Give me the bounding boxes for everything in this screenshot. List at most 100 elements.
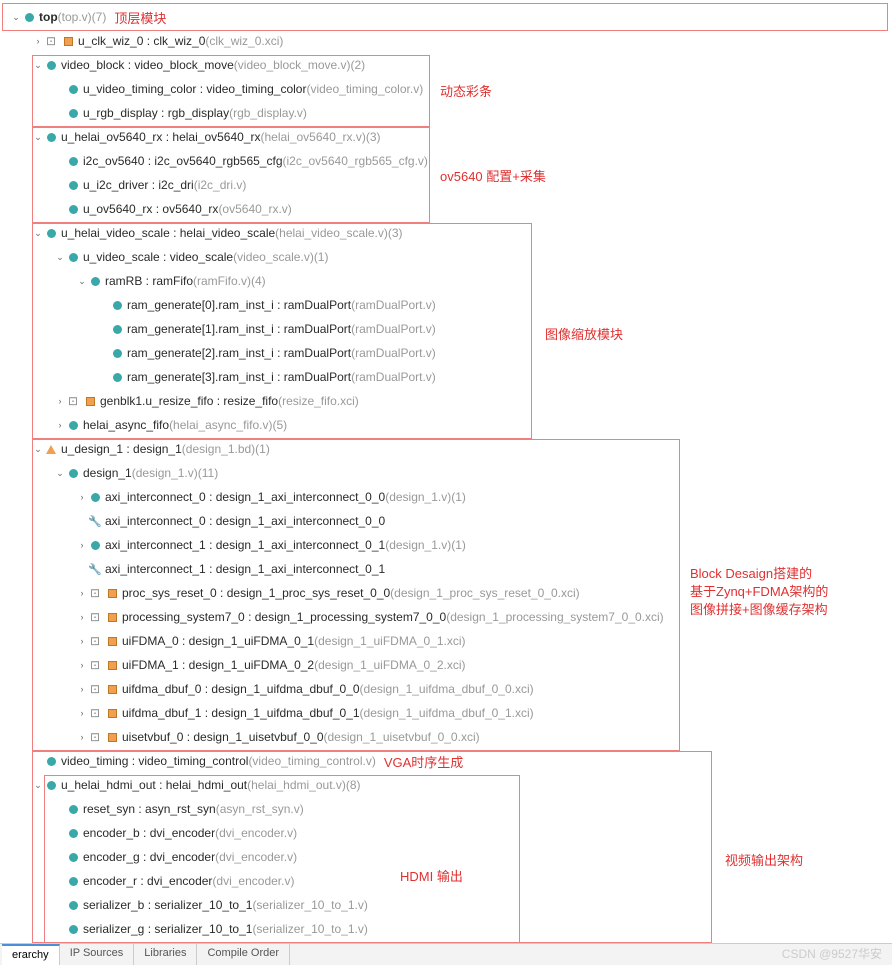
module-icon [110, 346, 124, 360]
chevron-down-icon[interactable]: ⌄ [32, 228, 44, 239]
tree-row[interactable]: u_rgb_display : rgb_display (rgb_display… [2, 101, 890, 125]
tree-row[interactable]: ›⊡u_clk_wiz_0 : clk_wiz_0 (clk_wiz_0.xci… [2, 29, 890, 53]
chevron-down-icon[interactable]: ⌄ [10, 12, 22, 23]
node-file: (video_timing_control.v) [248, 754, 375, 768]
node-count: (1) [451, 538, 466, 552]
tree-row[interactable]: ›⊡uisetvbuf_0 : design_1_uisetvbuf_0_0 (… [2, 725, 890, 749]
tree-row[interactable]: serializer_g : serializer_10_to_1 (seria… [2, 917, 890, 941]
chevron-right-icon[interactable]: › [76, 684, 88, 694]
tree-row[interactable]: serializer_b : serializer_10_to_1 (seria… [2, 893, 890, 917]
chevron-right-icon[interactable]: › [76, 540, 88, 550]
chevron-right-icon[interactable]: › [32, 36, 44, 46]
module-icon [88, 538, 102, 552]
tree-row[interactable]: ›axi_interconnect_1 : design_1_axi_inter… [2, 533, 890, 557]
node-file: (ramDualPort.v) [351, 322, 436, 336]
tree-row[interactable]: ›⊡uiFDMA_0 : design_1_uiFDMA_0_1 (design… [2, 629, 890, 653]
node-name: u_clk_wiz_0 : clk_wiz_0 [78, 34, 205, 48]
wrench-icon: 🔧 [88, 562, 102, 576]
node-count: (11) [198, 466, 218, 480]
chevron-right-icon[interactable]: › [76, 636, 88, 646]
wrench-icon: 🔧 [88, 514, 102, 528]
tree-row[interactable]: ›⊡genblk1.u_resize_fifo : resize_fifo (r… [2, 389, 890, 413]
label-dynamic: 动态彩条 [440, 83, 492, 101]
chevron-down-icon[interactable]: ⌄ [76, 276, 88, 287]
node-name: encoder_r : dvi_encoder [83, 874, 212, 888]
chevron-down-icon[interactable]: ⌄ [32, 132, 44, 143]
node-name: uisetvbuf_0 : design_1_uisetvbuf_0_0 [122, 730, 324, 744]
node-name: proc_sys_reset_0 : design_1_proc_sys_res… [122, 586, 390, 600]
tab-hierarchy[interactable]: erarchy [2, 944, 60, 965]
node-file: (design_1.v) [132, 466, 198, 480]
tree-row[interactable]: ⌄video_block : video_block_move (video_b… [2, 53, 890, 77]
tab-libraries[interactable]: Libraries [134, 944, 197, 965]
tree-row[interactable]: ram_generate[3].ram_inst_i : ramDualPort… [2, 365, 890, 389]
chevron-right-icon[interactable]: › [76, 660, 88, 670]
node-file: (design_1_processing_system7_0_0.xci) [446, 610, 663, 624]
chevron-right-icon[interactable]: › [76, 732, 88, 742]
tree-row[interactable]: ram_generate[0].ram_inst_i : ramDualPort… [2, 293, 890, 317]
tree-row[interactable]: ram_generate[1].ram_inst_i : ramDualPort… [2, 317, 890, 341]
tree-row[interactable]: ⌄design_1 (design_1.v) (11) [2, 461, 890, 485]
chevron-right-icon[interactable]: › [76, 708, 88, 718]
node-name: encoder_g : dvi_encoder [83, 850, 215, 864]
chevron-right-icon[interactable]: › [54, 420, 66, 430]
node-file: (helai_async_fifo.v) [169, 418, 272, 432]
tree-row[interactable]: u_ov5640_rx : ov5640_rx (ov5640_rx.v) [2, 197, 890, 221]
tree-row[interactable]: ⌄top (top.v) (7)顶层模块 [2, 5, 890, 29]
chevron-right-icon[interactable]: › [76, 612, 88, 622]
node-file: (video_scale.v) [233, 250, 314, 264]
node-file: (serializer_10_to_1.v) [252, 898, 367, 912]
node-name: serializer_b : serializer_10_to_1 [83, 898, 252, 912]
node-name: uifdma_dbuf_0 : design_1_uifdma_dbuf_0_0 [122, 682, 360, 696]
tree-row[interactable]: ›helai_async_fifo (helai_async_fifo.v) (… [2, 413, 890, 437]
ip-icon: ⊡ [88, 610, 102, 624]
node-file: (design_1_uifdma_dbuf_0_0.xci) [360, 682, 534, 696]
tree-row[interactable]: ⌄ u_video_scale : video_scale (video_scal… [2, 245, 890, 269]
ip-core-icon [83, 394, 97, 408]
node-file: (helai_hdmi_out.v) [247, 778, 346, 792]
node-file: (helai_ov5640_rx.v) [260, 130, 365, 144]
tree-row[interactable]: ›⊡uifdma_dbuf_1 : design_1_uifdma_dbuf_0… [2, 701, 890, 725]
tree-row[interactable]: 🔧axi_interconnect_0 : design_1_axi_inter… [2, 509, 890, 533]
module-icon [66, 106, 80, 120]
tree-row[interactable]: ⌄ u_helai_hdmi_out : helai_hdmi_out (hela… [2, 773, 890, 797]
chevron-down-icon[interactable]: ⌄ [32, 780, 44, 791]
node-file: (i2c_dri.v) [194, 178, 247, 192]
chevron-down-icon[interactable]: ⌄ [54, 468, 66, 479]
chevron-right-icon[interactable]: › [76, 588, 88, 598]
ip-icon: ⊡ [44, 34, 58, 48]
chevron-down-icon[interactable]: ⌄ [32, 444, 44, 455]
node-name: serializer_g : serializer_10_to_1 [83, 922, 252, 936]
tree-row[interactable]: ⌄u_helai_ov5640_rx : helai_ov5640_rx (he… [2, 125, 890, 149]
tab-ip-sources[interactable]: IP Sources [60, 944, 135, 965]
tree-row[interactable]: ram_generate[2].ram_inst_i : ramDualPort… [2, 341, 890, 365]
node-name: u_video_scale : video_scale [83, 250, 233, 264]
tree-row[interactable]: ⌄u_design_1 : design_1 (design_1.bd) (1) [2, 437, 890, 461]
tree-row[interactable]: ›axi_interconnect_0 : design_1_axi_inter… [2, 485, 890, 509]
chevron-down-icon[interactable]: ⌄ [32, 60, 44, 71]
chevron-down-icon[interactable]: ⌄ [54, 252, 66, 263]
node-name: video_timing : video_timing_control [61, 754, 248, 768]
module-icon [22, 10, 36, 24]
module-icon [88, 274, 102, 288]
node-file: (video_block_move.v) [234, 58, 351, 72]
node-name: ram_generate[0].ram_inst_i : ramDualPort [127, 298, 351, 312]
node-count: (1) [314, 250, 329, 264]
tree-row[interactable]: encoder_b : dvi_encoder (dvi_encoder.v) [2, 821, 890, 845]
ip-core-icon [105, 706, 119, 720]
module-icon [44, 58, 58, 72]
tree-row[interactable]: video_timing : video_timing_control (vid… [2, 749, 890, 773]
tree-row[interactable]: reset_syn : asyn_rst_syn (asyn_rst_syn.v… [2, 797, 890, 821]
tab-compile-order[interactable]: Compile Order [197, 944, 290, 965]
tree-row[interactable]: ⌄ramRB : ramFifo (ramFifo.v) (4) [2, 269, 890, 293]
node-count: (8) [346, 778, 361, 792]
chevron-right-icon[interactable]: › [76, 492, 88, 502]
tree-row[interactable]: ›⊡uifdma_dbuf_0 : design_1_uifdma_dbuf_0… [2, 677, 890, 701]
block-design-icon [44, 442, 58, 456]
ip-core-icon [105, 586, 119, 600]
node-name: u_helai_hdmi_out : helai_hdmi_out [61, 778, 247, 792]
tree-row[interactable]: ⌄u_helai_video_scale : helai_video_scale… [2, 221, 890, 245]
chevron-right-icon[interactable]: › [54, 396, 66, 406]
label-hdmi: HDMI 输出 [400, 868, 463, 886]
tree-row[interactable]: ›⊡uiFDMA_1 : design_1_uiFDMA_0_2 (design… [2, 653, 890, 677]
